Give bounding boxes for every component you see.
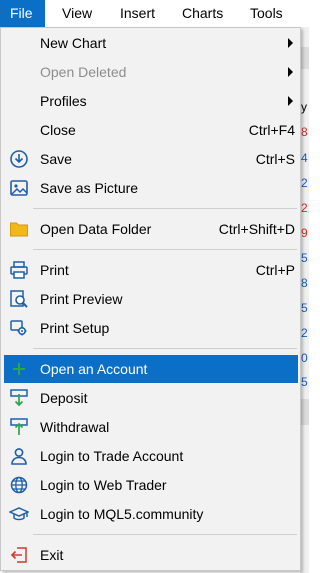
background-cell: 9 [301,226,308,240]
menu-item-label: New Chart [40,35,107,51]
menu-item-open-account[interactable]: Open an Account [4,355,298,383]
background-cell: 2 [301,176,308,190]
menu-item-label: Save [40,151,72,167]
background-window: y 8 4 2 2 9 5 8 5 2 0 5 [300,27,309,573]
menu-item-label: Print Setup [40,320,110,336]
menu-item-shortcut: Ctrl+F4 [248,122,295,138]
menu-item-save[interactable]: Save Ctrl+S [4,145,298,173]
menu-item-label: Print [40,262,69,278]
menu-item-deposit[interactable]: Deposit [4,384,298,412]
menu-separator [33,249,297,250]
background-footer [300,399,309,425]
menu-separator [33,348,297,349]
menu-item-new-chart[interactable]: New Chart [4,29,298,57]
menu-item-label: Deposit [40,390,88,406]
plus-icon [9,359,29,379]
picture-icon [9,178,29,198]
background-cell: y [301,100,307,114]
menu-item-login-mql5[interactable]: Login to MQL5.community [4,500,298,528]
print-setup-icon [9,318,29,338]
menu-item-label: Open Data Folder [40,221,152,237]
menu-item-label: Print Preview [40,291,123,307]
submenu-arrow-icon [288,38,293,48]
menu-item-label: Exit [40,547,64,563]
folder-icon [9,219,29,239]
menu-item-shortcut: Ctrl+Shift+D [218,221,295,237]
menu-item-shortcut: Ctrl+P [255,262,295,278]
menu-separator [33,534,297,535]
user-icon [9,446,29,466]
menu-item-label: Close [40,122,76,138]
menu-item-close[interactable]: Close Ctrl+F4 [4,116,298,144]
menu-item-label: Open an Account [40,361,148,377]
background-cell: 5 [301,251,308,265]
menu-item-label: Login to MQL5.community [40,506,204,522]
print-preview-icon [9,289,29,309]
background-header [300,47,309,69]
menu-item-print-setup[interactable]: Print Setup [4,314,298,342]
deposit-icon [9,388,29,408]
menu-item-login-web-trader[interactable]: Login to Web Trader [4,471,298,499]
menu-item-print[interactable]: Print Ctrl+P [4,256,298,284]
submenu-arrow-icon [288,96,293,106]
exit-icon [9,545,29,565]
menu-file[interactable]: File [0,0,45,27]
file-menu: New Chart Open Deleted Profiles Close Ct… [0,27,301,571]
menu-tools[interactable]: Tools [240,0,293,27]
globe-icon [9,475,29,495]
background-cell: 4 [301,151,308,165]
background-cell: 5 [301,375,308,389]
background-cell: 0 [301,351,308,365]
menu-item-login-trade-account[interactable]: Login to Trade Account [4,442,298,470]
menu-insert[interactable]: Insert [110,0,165,27]
background-cell: 2 [301,201,308,215]
menu-item-save-as-picture[interactable]: Save as Picture [4,174,298,202]
save-icon [9,149,29,169]
menu-item-label: Open Deleted [40,64,127,80]
menu-item-label: Login to Web Trader [40,477,167,493]
menu-item-shortcut: Ctrl+S [255,151,295,167]
background-cell: 8 [301,276,308,290]
printer-icon [9,260,29,280]
menu-bar: File View Insert Charts Tools [0,0,309,28]
menu-item-label: Save as Picture [40,180,139,196]
menu-item-open-data-folder[interactable]: Open Data Folder Ctrl+Shift+D [4,215,298,243]
menu-item-exit[interactable]: Exit [4,541,298,569]
menu-item-print-preview[interactable]: Print Preview [4,285,298,313]
menu-separator [33,208,297,209]
menu-item-label: Login to Trade Account [40,448,184,464]
menu-view[interactable]: View [52,0,102,27]
menu-item-open-deleted[interactable]: Open Deleted [4,58,298,86]
menu-item-label: Profiles [40,93,87,109]
menu-item-profiles[interactable]: Profiles [4,87,298,115]
menu-item-label: Withdrawal [40,419,110,435]
menu-item-withdrawal[interactable]: Withdrawal [4,413,298,441]
withdrawal-icon [9,417,29,437]
menu-charts[interactable]: Charts [172,0,233,27]
graduation-cap-icon [9,504,29,524]
background-cell: 2 [301,326,308,340]
background-cell: 5 [301,301,308,315]
background-cell: 8 [301,125,308,139]
submenu-arrow-icon [288,67,293,77]
